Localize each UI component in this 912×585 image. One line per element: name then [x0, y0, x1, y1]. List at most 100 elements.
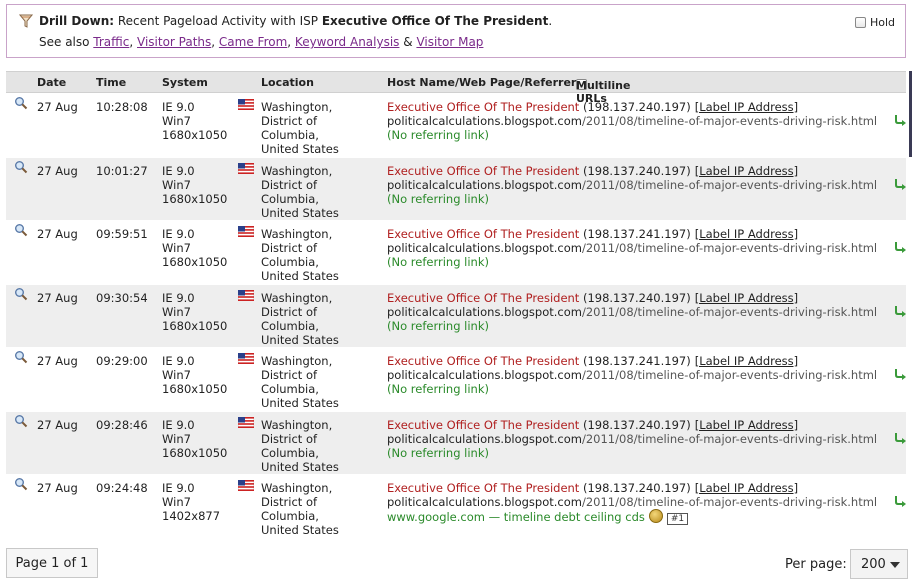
location: Washington, District of Columbia, United St… [261, 354, 339, 410]
url-path: /2011/08/timeline-of-major-events-drivin… [581, 241, 878, 255]
return-arrow-icon[interactable] [894, 368, 906, 380]
isp-link[interactable]: Executive Office Of The President [387, 418, 579, 432]
return-arrow-icon[interactable] [894, 432, 906, 444]
visit-date: 27 Aug [37, 354, 78, 368]
return-arrow-icon[interactable] [894, 495, 906, 507]
header-location[interactable]: Location [261, 76, 314, 89]
isp-link[interactable]: Executive Office Of The President [387, 354, 579, 368]
page-indicator[interactable]: Page 1 of 1 [6, 548, 98, 578]
per-page-select[interactable]: 200 [850, 549, 908, 579]
isp-link[interactable]: Executive Office Of The President [387, 227, 579, 241]
referrer: (No referring link) [387, 319, 489, 333]
city: Washington, [261, 481, 333, 495]
us-flag-icon [238, 290, 254, 301]
drilldown-prefix: Drill Down: [39, 14, 115, 28]
link-separator: , [287, 35, 295, 49]
page-url[interactable]: politicalcalculations.blogspot.com/2011/… [387, 178, 877, 192]
header-host[interactable]: Host Name/Web Page/Referrer [387, 76, 576, 89]
browser: IE 9.0 [162, 354, 195, 368]
page-url[interactable]: politicalcalculations.blogspot.com/2011/… [387, 432, 877, 446]
header-date[interactable]: Date [37, 76, 66, 89]
header-time[interactable]: Time [96, 76, 126, 89]
resolution: 1680x1050 [162, 382, 228, 396]
return-arrow-icon[interactable] [894, 114, 906, 126]
visit-time: 09:29:00 [96, 354, 148, 368]
url-path: /2011/08/timeline-of-major-events-drivin… [581, 305, 878, 319]
search-engine-icon[interactable] [648, 509, 663, 523]
visit-time: 10:28:08 [96, 100, 148, 114]
os: Win7 [162, 241, 191, 255]
us-flag-icon [238, 417, 254, 428]
hold-control[interactable]: Hold [854, 16, 895, 29]
magnifier-icon[interactable] [14, 414, 28, 428]
label-ip-link[interactable]: [Label IP Address] [695, 354, 798, 368]
visit-time: 09:28:46 [96, 418, 148, 432]
us-flag-icon [238, 99, 254, 110]
visit-time: 10:01:27 [96, 164, 148, 178]
ip-address: (198.137.240.197) [582, 481, 691, 495]
return-arrow-icon[interactable] [894, 241, 906, 253]
us-flag-icon [238, 480, 254, 491]
location: Washington, District of Columbia, United St… [261, 100, 339, 156]
traffic-link[interactable]: Traffic [93, 35, 129, 49]
visitor-paths-link[interactable]: Visitor Paths [137, 35, 211, 49]
visit-date: 27 Aug [37, 164, 78, 178]
table-row: 27 Aug 09:30:54 IE 9.0 Win7 1680x1050 Washing… [6, 285, 906, 348]
page-url[interactable]: politicalcalculations.blogspot.com/2011/… [387, 368, 877, 382]
os: Win7 [162, 495, 191, 509]
url-path: /2011/08/timeline-of-major-events-drivin… [581, 114, 878, 128]
referrer[interactable]: www.google.com — timeline debt ceiling c… [387, 510, 645, 524]
return-arrow-icon[interactable] [894, 178, 906, 190]
magnifier-icon[interactable] [14, 96, 28, 110]
visit-date: 27 Aug [37, 100, 78, 114]
location: Washington, District of Columbia, United St… [261, 164, 339, 220]
isp-link[interactable]: Executive Office Of The President [387, 291, 579, 305]
system-info: IE 9.0 Win7 1680x1050 [162, 291, 227, 333]
magnifier-icon[interactable] [14, 287, 28, 301]
isp-link[interactable]: Executive Office Of The President [387, 100, 579, 114]
ip-address: (198.137.240.197) [582, 100, 691, 114]
isp-link[interactable]: Executive Office Of The President [387, 481, 579, 495]
hold-checkbox[interactable] [854, 17, 866, 28]
return-arrow-icon[interactable] [894, 305, 906, 317]
page-url[interactable]: politicalcalculations.blogspot.com/2011/… [387, 305, 877, 319]
browser: IE 9.0 [162, 227, 195, 241]
label-ip-link[interactable]: [Label IP Address] [695, 291, 798, 305]
resolution: 1680x1050 [162, 446, 228, 460]
header-system[interactable]: System [162, 76, 208, 89]
keyword-analysis-link[interactable]: Keyword Analysis [295, 35, 400, 49]
magnifier-icon[interactable] [14, 223, 28, 237]
visit-date: 27 Aug [37, 227, 78, 241]
label-ip-link[interactable]: [Label IP Address] [695, 227, 798, 241]
system-info: IE 9.0 Win7 1402x877 [162, 481, 220, 523]
visitor-map-link[interactable]: Visitor Map [416, 35, 483, 49]
system-info: IE 9.0 Win7 1680x1050 [162, 354, 227, 396]
magnifier-icon[interactable] [14, 350, 28, 364]
url-domain: politicalcalculations.blogspot.com [387, 305, 582, 319]
magnifier-icon[interactable] [14, 477, 28, 491]
label-ip-link[interactable]: [Label IP Address] [695, 481, 798, 495]
region: District of [261, 305, 318, 319]
table-row: 27 Aug 09:24:48 IE 9.0 Win7 1402x877 Washingt… [6, 475, 906, 538]
location: Washington, District of Columbia, United St… [261, 418, 339, 474]
host-info: Executive Office Of The President (198.1… [387, 227, 877, 269]
page-url[interactable]: politicalcalculations.blogspot.com/2011/… [387, 495, 877, 509]
came-from-link[interactable]: Came From [219, 35, 287, 49]
page-url[interactable]: politicalcalculations.blogspot.com/2011/… [387, 114, 877, 128]
region: Columbia, [261, 319, 319, 333]
os: Win7 [162, 305, 191, 319]
label-ip-link[interactable]: [Label IP Address] [695, 164, 798, 178]
page-url[interactable]: politicalcalculations.blogspot.com/2011/… [387, 241, 877, 255]
country: United States [261, 460, 339, 474]
drilldown-text: Recent Pageload Activity with ISP [114, 14, 322, 28]
label-ip-link[interactable]: [Label IP Address] [695, 100, 798, 114]
system-info: IE 9.0 Win7 1680x1050 [162, 418, 227, 460]
isp-link[interactable]: Executive Office Of The President [387, 164, 579, 178]
magnifier-icon[interactable] [14, 160, 28, 174]
ip-address: (198.137.241.197) [582, 354, 691, 368]
ip-address: (198.137.240.197) [582, 164, 691, 178]
os: Win7 [162, 432, 191, 446]
region: Columbia, [261, 509, 319, 523]
visit-time: 09:30:54 [96, 291, 148, 305]
label-ip-link[interactable]: [Label IP Address] [695, 418, 798, 432]
